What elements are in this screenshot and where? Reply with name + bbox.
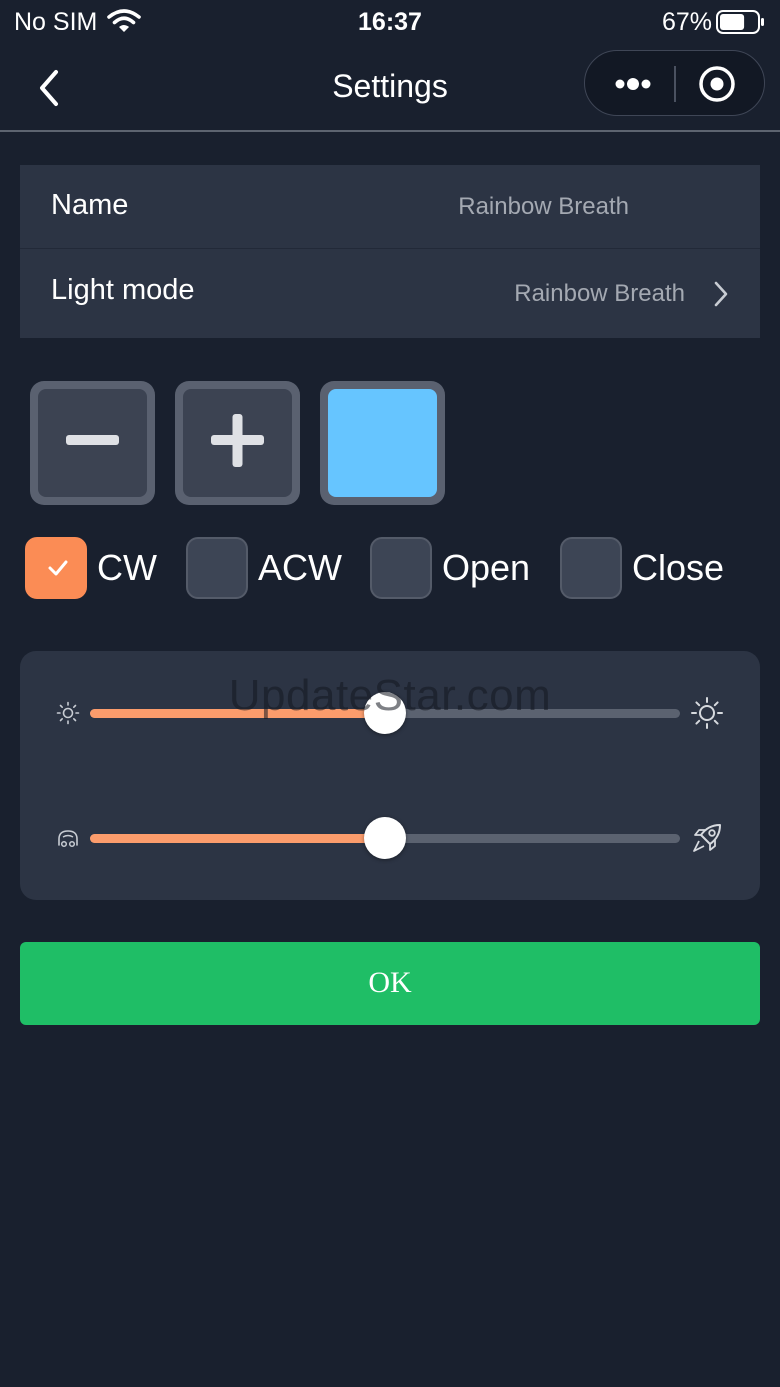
battery-icon (716, 10, 764, 34)
option-close-label: Close (632, 547, 725, 588)
sun-small-icon (56, 701, 80, 725)
remove-color-button[interactable] (30, 381, 155, 505)
settings-screen: No SIM 16:37 67% Settings Name Rainbow B… (0, 0, 780, 1387)
option-open-label: Open (442, 547, 531, 588)
check-icon (48, 560, 68, 576)
brightness-fill (90, 709, 385, 718)
sun-large-icon (691, 697, 723, 729)
capsule-divider (674, 66, 676, 102)
option-open-checkbox (370, 537, 432, 599)
speed-thumb[interactable] (364, 817, 406, 859)
option-cw-label: CW (97, 547, 157, 588)
brightness-slider[interactable] (90, 691, 680, 735)
option-cw-checkbox (25, 537, 87, 599)
option-acw-checkbox (186, 537, 248, 599)
speed-fill (90, 834, 385, 843)
nav-bar: Settings (0, 46, 780, 132)
mini-program-capsule (584, 50, 765, 116)
chevron-right-icon (714, 281, 728, 307)
rocket-icon (693, 824, 721, 852)
ok-label: OK (368, 966, 412, 999)
ok-button[interactable]: OK (20, 942, 760, 1025)
name-row: Name Rainbow Breath (20, 165, 760, 249)
color-swatch-button[interactable] (320, 381, 445, 505)
light-mode-label: Light mode (51, 274, 195, 306)
battery-percent: 67% (661, 8, 712, 36)
name-value: Rainbow Breath (458, 193, 629, 220)
option-close-checkbox (560, 537, 622, 599)
option-acw-label: ACW (258, 547, 342, 588)
speed-slider[interactable] (90, 816, 680, 860)
plus-icon (211, 414, 264, 467)
status-bar: No SIM 16:37 67% (0, 0, 780, 46)
color-swatch (328, 389, 437, 497)
light-mode-value: Rainbow Breath (514, 280, 685, 307)
brightness-thumb[interactable] (364, 692, 406, 734)
slider-panel: UpdateStar.com (20, 651, 760, 900)
add-color-button[interactable] (175, 381, 300, 505)
snail-icon (58, 830, 78, 848)
info-card: Name Rainbow Breath Light mode Rainbow B… (20, 165, 760, 338)
light-mode-row[interactable]: Light mode Rainbow Breath (20, 250, 760, 338)
target-icon[interactable] (697, 64, 737, 104)
minus-icon (66, 435, 119, 445)
more-dots-icon[interactable] (607, 69, 659, 99)
name-label: Name (51, 189, 129, 221)
